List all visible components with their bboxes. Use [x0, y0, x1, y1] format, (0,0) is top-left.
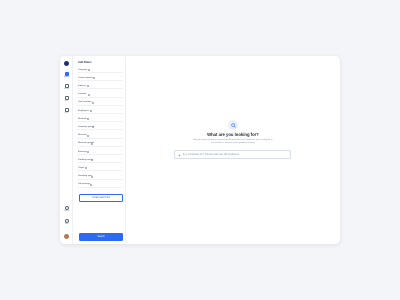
filter-label: Revenue [78, 134, 87, 137]
nav-item-help[interactable]: Help [60, 219, 73, 226]
filter-item[interactable]: Employees › [77, 108, 123, 114]
info-icon [90, 110, 92, 113]
filter-item[interactable]: Funding rounds › [77, 157, 123, 164]
info-icon [90, 183, 92, 186]
search-icon [228, 120, 238, 130]
filter-item[interactable]: Founding year › [77, 174, 123, 180]
info-icon [93, 77, 95, 80]
filter-label: Contact person [78, 76, 93, 79]
chevron-right-icon: › [121, 141, 122, 144]
chevron-right-icon: › [121, 133, 122, 136]
filter-item[interactable]: Job postings › [77, 182, 123, 188]
chevron-right-icon: › [121, 117, 122, 120]
gear-icon [64, 206, 69, 210]
filters-title: Add Filters [78, 61, 92, 64]
app-window: Search AI Lists Lists Plans Settings Hel… [60, 56, 340, 244]
filter-label: Location [78, 93, 87, 96]
filter-item[interactable]: Revenue › [77, 116, 123, 123]
filter-label: Employees [78, 109, 89, 112]
bookmark-icon [64, 108, 69, 112]
info-icon [87, 134, 89, 137]
chevron-right-icon: › [121, 109, 122, 112]
nav-item-label: Help [64, 224, 69, 225]
info-icon [88, 93, 90, 96]
filter-item[interactable]: Industry › [77, 83, 123, 90]
help-icon [64, 219, 69, 223]
chevron-right-icon: › [121, 166, 122, 169]
create-search-list-button[interactable]: Create search list [79, 194, 123, 202]
filter-label: Earnings [78, 150, 87, 153]
search-icon [64, 72, 69, 76]
chevron-right-icon: › [121, 84, 122, 87]
filter-label: Total locations [78, 101, 92, 104]
filter-item[interactable]: Company › [77, 67, 123, 73]
filter-item[interactable]: Company growth › [77, 124, 123, 131]
nav-item-search[interactable]: Search [60, 72, 73, 79]
nav-item-label: Search [63, 77, 70, 78]
nav-item-plans[interactable]: Plans [60, 108, 73, 115]
filter-item[interactable]: Revenue growth › [77, 141, 123, 147]
sparkle-icon [178, 153, 181, 157]
chevron-right-icon: › [121, 92, 122, 95]
info-icon [91, 159, 93, 162]
page-title: What are you looking for? [207, 132, 259, 137]
nav-item-label: Settings [63, 211, 70, 212]
info-icon [92, 126, 94, 129]
page-subtitle: Start your search by typing a prompt des… [193, 139, 273, 144]
nav-item-label: Lists [64, 101, 69, 102]
chevron-right-icon: › [121, 158, 122, 161]
chevron-right-icon: › [121, 150, 122, 153]
ai-search-input[interactable]: E.g. Companies in IT industry with over … [174, 150, 291, 159]
list-icon [64, 96, 69, 100]
filter-item[interactable]: Target › [77, 165, 123, 172]
chevron-right-icon: › [121, 68, 122, 71]
info-icon [87, 85, 89, 88]
main-content: What are you looking for? Start your sea… [126, 56, 340, 244]
info-icon [91, 142, 93, 145]
filter-item[interactable]: Contact person › [77, 75, 123, 82]
filter-item[interactable]: Earnings › [77, 149, 123, 155]
nav-rail: Search AI Lists Lists Plans Settings Hel… [60, 56, 73, 244]
info-icon [87, 118, 89, 121]
nav-item-settings[interactable]: Settings [60, 206, 73, 213]
info-icon [87, 151, 89, 154]
search-placeholder: E.g. Companies in IT industry with over … [183, 154, 240, 156]
avatar[interactable] [64, 234, 69, 239]
filter-label: Target [78, 166, 85, 169]
filter-label: Industry [78, 84, 86, 87]
chevron-right-icon: › [121, 100, 122, 103]
filter-label: Job postings [78, 183, 91, 186]
filter-label: Founding year [78, 175, 92, 178]
nav-item-label: Plans [64, 113, 69, 114]
filter-item[interactable]: Location › [77, 92, 123, 98]
sparkle-icon [64, 84, 69, 88]
nav-item-label: AI Lists [63, 89, 70, 90]
filter-label: Revenue [78, 117, 87, 120]
nav-item-lists[interactable]: Lists [60, 96, 73, 103]
chevron-right-icon: › [121, 125, 122, 128]
nav-item-ai-lists[interactable]: AI Lists [60, 84, 73, 91]
search-button[interactable]: Search [79, 233, 123, 241]
chevron-right-icon: › [121, 76, 122, 79]
filter-item[interactable]: Revenue › [77, 133, 123, 139]
filters-panel: Add Filters Company › Contact person › Indus… [73, 56, 126, 244]
info-icon [91, 175, 93, 178]
info-icon [92, 101, 94, 104]
info-icon [85, 167, 87, 170]
filter-label: Company [78, 68, 88, 71]
filter-item[interactable]: Total locations › [77, 100, 123, 106]
chevron-right-icon: › [121, 174, 122, 177]
chevron-right-icon: › [121, 182, 122, 185]
logo-icon [64, 61, 69, 66]
info-icon [88, 69, 90, 72]
